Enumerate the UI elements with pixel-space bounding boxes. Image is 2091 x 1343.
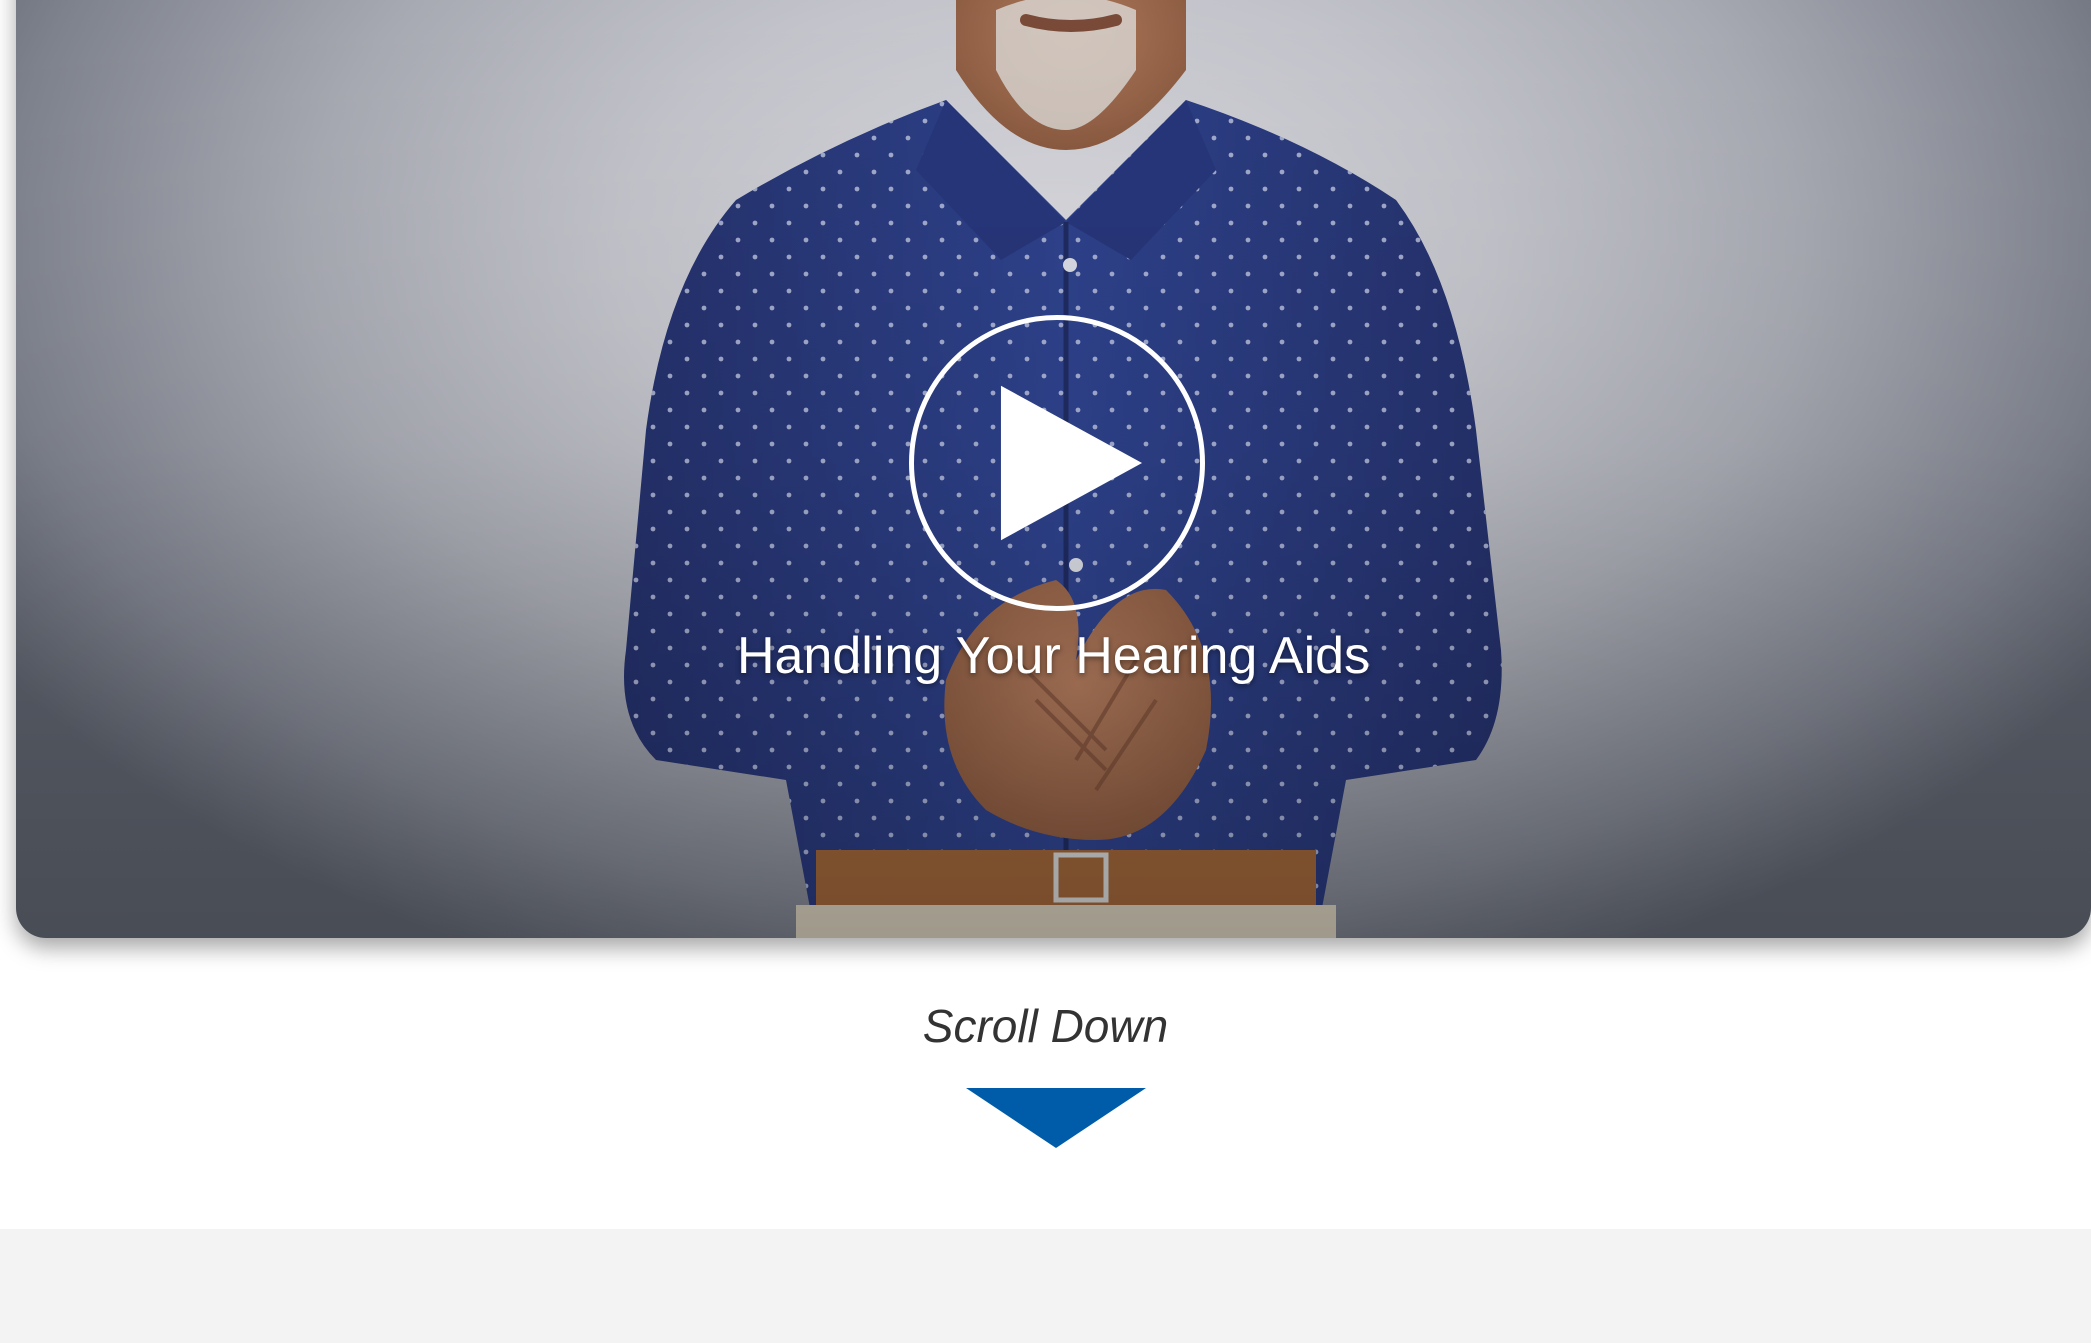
scroll-down-label: Scroll Down xyxy=(922,1000,1169,1052)
footer-band xyxy=(0,1229,2091,1343)
play-icon xyxy=(1000,385,1143,541)
play-button[interactable] xyxy=(909,315,1205,611)
triangle-down-icon[interactable] xyxy=(966,1088,1146,1148)
video-player[interactable]: Handling Your Hearing Aids xyxy=(16,0,2091,938)
video-title: Handling Your Hearing Aids xyxy=(736,627,1371,685)
